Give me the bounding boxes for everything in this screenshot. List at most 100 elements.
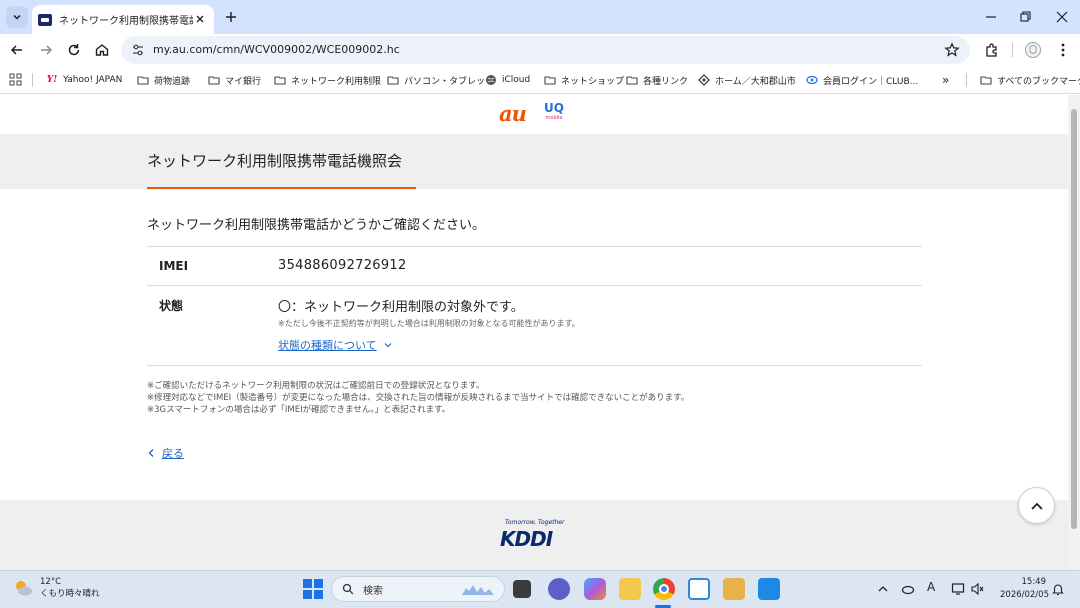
- bookmark-label: ホーム／大和郡山市: [715, 76, 796, 87]
- minimize-icon[interactable]: [982, 8, 1000, 26]
- folder-icon: [544, 76, 556, 85]
- bookmark-yamatokoriyama[interactable]: ホーム／大和郡山市: [698, 72, 796, 88]
- input-method-icon[interactable]: A: [927, 580, 941, 594]
- uq-logo-subtext: mobile: [545, 115, 563, 121]
- forward-arrow-icon[interactable]: [37, 41, 55, 59]
- uq-mobile-logo[interactable]: UQ mobile: [543, 101, 565, 125]
- app-icon[interactable]: [758, 578, 780, 600]
- chevron-up-icon[interactable]: [876, 582, 890, 596]
- uq-logo-text: UQ: [544, 101, 564, 115]
- site-icon: [698, 74, 710, 86]
- clock-date: 2026/02/05: [1000, 590, 1049, 600]
- weather-widget[interactable]: 12°C くもり時々晴れ: [12, 576, 100, 600]
- bookmark-label: ネットショップ: [561, 76, 625, 87]
- more-menu-icon[interactable]: [1054, 41, 1072, 59]
- partly-cloudy-icon: [16, 581, 32, 596]
- table-row-status: 状態 〇：ネットワーク利用制限の対象外です。 ※ただし今後不正契約等が判明した場…: [147, 285, 922, 366]
- page-scrollbar[interactable]: [1068, 95, 1080, 570]
- bookmark-label: 各種リンク: [643, 76, 689, 87]
- all-bookmarks-folder[interactable]: すべてのブックマーク: [980, 72, 1080, 88]
- chrome-center: [659, 584, 669, 594]
- status-label: 状態: [159, 299, 184, 313]
- browser-tabstrip: ネットワーク利用制限携帯電話機照会: [0, 0, 1080, 34]
- bookmark-star-icon[interactable]: [944, 42, 960, 58]
- note-item: ※3Gスマートフォンの場合は必ず「IMEIが確認できません。」と表記されます。: [147, 405, 451, 415]
- kddi-logo[interactable]: KDDI: [500, 527, 553, 551]
- toolbar-divider: [1012, 43, 1013, 57]
- bookmark-folder-tracking[interactable]: 荷物追跡: [137, 72, 190, 88]
- bookmark-icloud[interactable]: iCloud: [485, 72, 530, 88]
- speaker-muted-icon[interactable]: [970, 582, 984, 596]
- note-item: ※修理対応などでIMEI（製造番号）が変更になった場合は、交換された旨の情報が反…: [147, 393, 690, 403]
- status-note: ※ただし今後不正契約等が判明した場合は利用制限の対象となる可能性があります。: [278, 319, 580, 328]
- bookmarks-divider: [966, 73, 967, 87]
- close-icon[interactable]: [194, 13, 206, 25]
- bookmark-label: すべてのブックマーク: [997, 76, 1080, 87]
- bookmark-yahoo[interactable]: Y! Yahoo! JAPAN: [46, 72, 123, 88]
- reload-icon[interactable]: [65, 41, 83, 59]
- taskbar-search-box[interactable]: 検索: [331, 576, 505, 602]
- file-explorer-icon[interactable]: [619, 578, 641, 600]
- url-text[interactable]: my.au.com/cmn/WCV009002/WCE009002.hc: [153, 43, 400, 56]
- weather-condition: くもり時々晴れ: [40, 589, 100, 599]
- bookmark-folder-links[interactable]: 各種リンク: [626, 72, 688, 88]
- scroll-to-top-button[interactable]: [1018, 487, 1055, 524]
- new-tab-plus-icon[interactable]: [222, 8, 240, 26]
- status-value: 〇：ネットワーク利用制限の対象外です。: [278, 300, 524, 315]
- address-bar[interactable]: my.au.com/cmn/WCV009002/WCE009002.hc: [121, 36, 970, 64]
- bookmark-folder-bank[interactable]: マイ銀行: [208, 72, 261, 88]
- bookmarks-divider: [32, 73, 33, 87]
- bookmark-label: 会員ログイン｜CLUB...: [823, 76, 919, 87]
- kddi-favicon-icon: [38, 13, 52, 26]
- profile-avatar-icon[interactable]: [1024, 41, 1042, 59]
- result-table: IMEI 354886092726912 状態 〇：ネットワーク利用制限の対象外…: [147, 246, 922, 366]
- browser-tab-active[interactable]: ネットワーク利用制限携帯電話機照会: [32, 5, 214, 34]
- windows-start-icon[interactable]: [303, 579, 323, 599]
- notification-bell-icon[interactable]: [1051, 582, 1065, 596]
- bookmark-label: ネットワーク利用制限: [291, 76, 382, 87]
- task-view-icon[interactable]: [513, 580, 531, 598]
- status-types-link[interactable]: 状態の種類について: [278, 337, 393, 353]
- intro-text: ネットワーク利用制限携帯電話かどうかご確認ください。: [147, 218, 486, 233]
- au-logo[interactable]: au: [499, 102, 527, 126]
- tab-title: ネットワーク利用制限携帯電話機照会: [59, 16, 193, 27]
- copilot-icon[interactable]: [584, 578, 606, 600]
- system-clock[interactable]: 15:49 2026/02/05: [1000, 576, 1049, 602]
- image-viewer-icon[interactable]: [723, 578, 745, 600]
- bookmark-club-login[interactable]: 会員ログイン｜CLUB...: [806, 72, 918, 88]
- back-arrow-icon[interactable]: [8, 41, 26, 59]
- chevron-double-right-icon: »: [942, 73, 950, 87]
- apps-grid-icon[interactable]: [9, 73, 22, 86]
- bookmark-label: パソコン・タブレット: [404, 76, 495, 87]
- onedrive-cloud-icon[interactable]: [901, 582, 915, 596]
- network-display-icon[interactable]: [951, 582, 965, 596]
- scrollbar-thumb[interactable]: [1071, 109, 1077, 529]
- globe-icon: [486, 75, 496, 85]
- title-band: ネットワーク利用制限携帯電話機照会: [0, 134, 1068, 189]
- restore-icon[interactable]: [1016, 8, 1034, 26]
- folder-icon: [387, 76, 399, 85]
- bookmark-folder-pc[interactable]: パソコン・タブレット: [387, 72, 494, 88]
- browser-toolbar: my.au.com/cmn/WCV009002/WCE009002.hc: [0, 34, 1080, 66]
- weather-temperature: 12°C: [40, 577, 62, 587]
- status-types-link-label: 状態の種類について: [278, 339, 377, 352]
- chevron-up-icon: [1030, 502, 1043, 510]
- taskbar-search-placeholder: 検索: [363, 585, 383, 597]
- folder-icon: [274, 76, 286, 85]
- bookmark-label: 荷物追跡: [154, 76, 191, 87]
- photos-icon[interactable]: [688, 578, 710, 600]
- teams-chat-icon[interactable]: [548, 578, 570, 600]
- bookmark-folder-network[interactable]: ネットワーク利用制限: [274, 72, 381, 88]
- chrome-icon[interactable]: [653, 578, 675, 600]
- back-link[interactable]: 戻る: [147, 445, 184, 461]
- bookmarks-overflow-button[interactable]: »: [942, 72, 949, 88]
- site-icon: [806, 75, 818, 85]
- home-icon[interactable]: [93, 41, 111, 59]
- back-link-label: 戻る: [162, 447, 184, 460]
- extensions-puzzle-icon[interactable]: [983, 41, 1001, 59]
- window-close-icon[interactable]: [1053, 8, 1071, 26]
- site-info-tune-icon[interactable]: [131, 43, 145, 57]
- folder-icon: [137, 76, 149, 85]
- tab-search-button[interactable]: [6, 6, 28, 28]
- bookmark-folder-shop[interactable]: ネットショップ: [544, 72, 624, 88]
